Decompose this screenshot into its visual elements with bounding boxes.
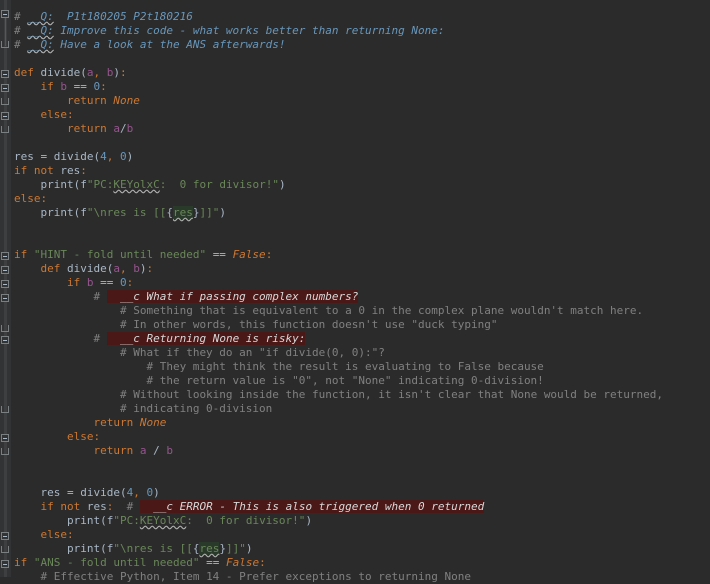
fold-toggle-icon[interactable] xyxy=(1,252,9,260)
code-line[interactable]: return None xyxy=(14,416,166,430)
fold-end-icon xyxy=(1,98,9,105)
code-line[interactable]: if b == 0: xyxy=(14,80,107,94)
code-line[interactable]: else: xyxy=(14,528,74,542)
code-line[interactable]: else: xyxy=(14,192,47,206)
code-line[interactable]: # Something that is equivalent to a 0 in… xyxy=(14,304,643,318)
code-line[interactable]: # indicating 0-division xyxy=(14,402,272,416)
code-line[interactable]: return a/b xyxy=(14,122,133,136)
fold-toggle-icon[interactable] xyxy=(1,434,9,442)
code-line[interactable]: def divide(a, b): xyxy=(14,262,154,276)
code-line[interactable]: # __Q: Have a look at the ANS afterwards… xyxy=(14,38,286,52)
code-line[interactable]: # __c What if passing complex numbers? xyxy=(14,290,359,304)
code-editor[interactable]: # __Q: P1t180205 P2t180216 # __Q: Improve… xyxy=(0,0,710,583)
code-line[interactable]: # __c Returning None is risky: xyxy=(14,332,306,346)
code-line[interactable]: # What if they do an "if divide(0, 0):"? xyxy=(14,346,385,360)
code-line[interactable]: def divide(a, b): xyxy=(14,66,127,80)
fold-end-icon xyxy=(1,126,9,133)
fold-toggle-icon[interactable] xyxy=(1,532,9,540)
fold-toggle-icon[interactable] xyxy=(1,336,9,344)
code-line[interactable]: # In other words, this function doesn't … xyxy=(14,318,498,332)
code-line[interactable]: # They might think the result is evaluat… xyxy=(14,360,543,374)
code-line[interactable]: res = divide(4, 0) xyxy=(14,486,159,500)
code-line[interactable]: return a / b xyxy=(14,444,173,458)
fold-toggle-icon[interactable] xyxy=(1,280,9,288)
fold-toggle-icon[interactable] xyxy=(1,10,9,18)
code-line[interactable]: print(f"PC:KEYolxC: 0 for divisor!") xyxy=(14,178,286,192)
fold-toggle-icon[interactable] xyxy=(1,112,9,120)
code-line[interactable]: # Without looking inside the function, i… xyxy=(14,388,663,402)
fold-end-icon xyxy=(1,325,9,332)
code-line[interactable]: if b == 0: xyxy=(14,276,133,290)
fold-end-icon xyxy=(1,41,9,48)
code-line[interactable]: else: xyxy=(14,108,74,122)
code-line[interactable]: # Effective Python, Item 14 - Prefer exc… xyxy=(14,570,471,584)
code-line[interactable]: else: xyxy=(14,430,100,444)
code-line[interactable]: res = divide(4, 0) xyxy=(14,150,133,164)
fold-end-icon xyxy=(1,406,9,413)
fold-toggle-icon[interactable] xyxy=(1,266,9,274)
fold-gutter xyxy=(0,0,11,577)
code-line[interactable]: print(f"\nres is [[{res}]]") xyxy=(14,542,252,556)
code-line[interactable]: return None xyxy=(14,94,140,108)
fold-toggle-icon[interactable] xyxy=(1,70,9,78)
fold-end-icon xyxy=(1,546,9,553)
code-line[interactable]: # __Q: Improve this code - what works be… xyxy=(14,24,444,38)
fold-toggle-icon[interactable] xyxy=(1,294,9,302)
fold-toggle-icon[interactable] xyxy=(1,84,9,92)
fold-toggle-icon[interactable] xyxy=(1,560,9,568)
code-line[interactable]: if "ANS - fold until needed" == False: xyxy=(14,556,266,570)
code-line[interactable]: print(f"\nres is [[{res}]]") xyxy=(14,206,226,220)
code-line[interactable]: # the return value is "0", not "None" in… xyxy=(14,374,543,388)
code-line[interactable]: if not res: xyxy=(14,164,87,178)
code-line[interactable]: # __Q: P1t180205 P2t180216 xyxy=(14,10,193,24)
fold-end-icon xyxy=(1,448,9,455)
code-line[interactable]: if not res: # __c ERROR - This is also t… xyxy=(14,500,485,514)
code-line[interactable]: print(f"PC:KEYolxC: 0 for divisor!") xyxy=(14,514,312,528)
code-line[interactable]: if "HINT - fold until needed" == False: xyxy=(14,248,272,262)
